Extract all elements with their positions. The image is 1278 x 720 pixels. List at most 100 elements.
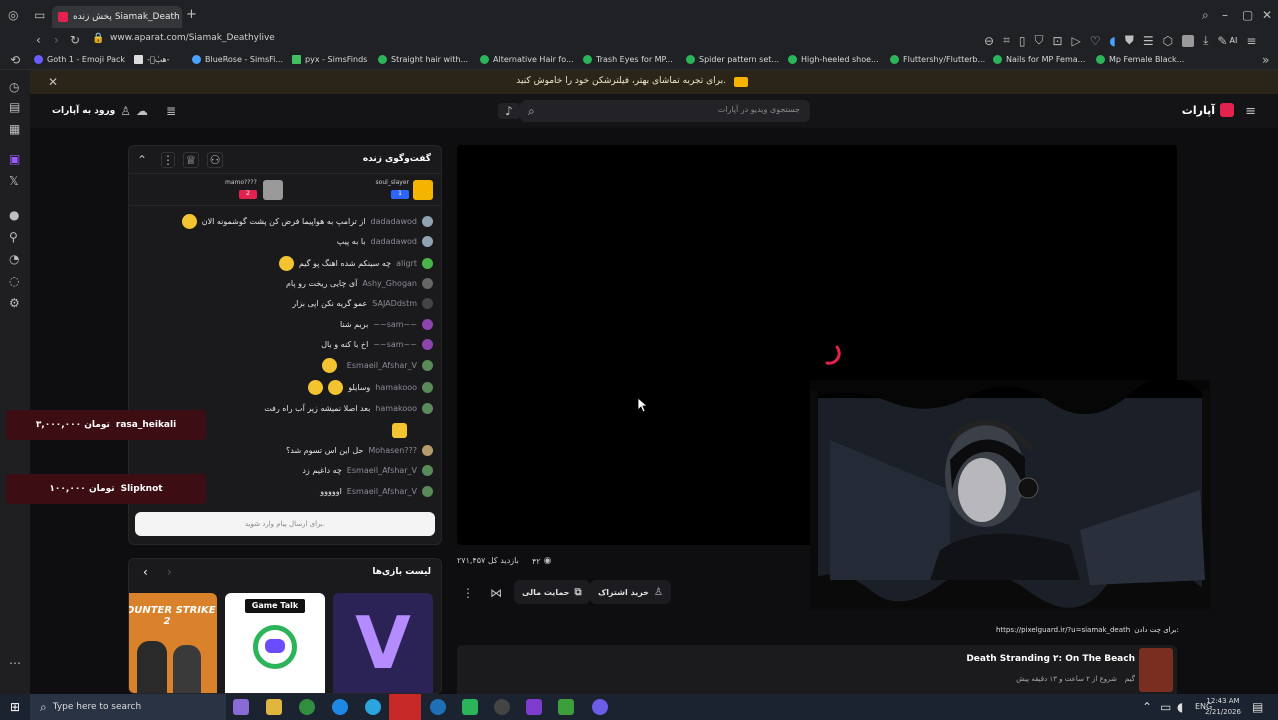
pin-icon[interactable]: ⊡: [1052, 34, 1062, 48]
aparat-logo[interactable]: آپارات: [1182, 103, 1234, 117]
financial-support-button[interactable]: حمایت مالی ⧉: [514, 580, 590, 604]
bookmark-item[interactable]: Mp Female Black...: [1096, 55, 1184, 64]
url-field[interactable]: www.aparat.com/Siamak_Deathylive: [110, 33, 275, 43]
participants-icon[interactable]: ⚇: [207, 152, 223, 168]
bookmark-item[interactable]: Alternative Hair fo...: [480, 55, 574, 64]
related-stream-card[interactable]: Death Stranding ۲: On The Beach شروع از …: [457, 645, 1177, 695]
active-app-icon[interactable]: [389, 694, 421, 720]
chrome-icon[interactable]: [299, 699, 315, 715]
clock[interactable]: 12:43 AM 2/21/2026: [1198, 696, 1248, 718]
tab-overview-icon[interactable]: ▭: [34, 8, 45, 22]
vpn-app-icon[interactable]: [430, 699, 446, 715]
bookmark-item[interactable]: -ه‍ٻٰ۟-: [134, 55, 170, 64]
bookmark-item[interactable]: Trash Eyes for MP...: [583, 55, 673, 64]
bookmarks-overflow-icon[interactable]: »: [1262, 53, 1269, 67]
profile-avatar[interactable]: [1182, 34, 1195, 47]
volume-icon[interactable]: ◖: [1177, 700, 1183, 714]
clock-date: 2/21/2026: [1205, 708, 1241, 716]
ai-button[interactable]: ✎ AI: [1217, 34, 1237, 48]
chat-more-icon[interactable]: ⋮: [161, 152, 175, 168]
close-window-icon[interactable]: ✕: [1262, 8, 1272, 22]
notes-icon[interactable]: ▦: [9, 122, 20, 136]
edge-icon[interactable]: [332, 699, 348, 715]
history-icon[interactable]: ◷: [9, 80, 19, 94]
shield-ext-icon[interactable]: ⛉: [1034, 33, 1043, 48]
zoom-icon[interactable]: ⊖: [984, 34, 994, 48]
windows-start-icon[interactable]: ⊞: [10, 700, 20, 714]
notification-icon[interactable]: ▤: [1252, 700, 1263, 714]
more-sidebar-icon[interactable]: ⋯: [9, 656, 21, 670]
heart-icon[interactable]: ♡: [1090, 34, 1101, 48]
browser-search-icon[interactable]: ⌕: [1202, 8, 1209, 23]
new-tab-icon[interactable]: +: [186, 7, 197, 22]
file-explorer-icon[interactable]: [266, 699, 282, 715]
tray-chevron-icon[interactable]: ⌃: [1142, 700, 1152, 714]
game-card[interactable]: COUNTER STRIKE 2: [129, 593, 217, 693]
buy-subscription-button[interactable]: خرید اشتراک ♙: [590, 580, 671, 604]
chat-input[interactable]: برای ارسال پیام وارد شوید.: [135, 512, 435, 536]
microphone-icon[interactable]: ♪: [498, 103, 520, 119]
bookmark-page-icon[interactable]: ▯: [1019, 34, 1026, 48]
back-icon[interactable]: ‹: [36, 33, 41, 47]
search-input[interactable]: جستجوی ویدیو در آپارات: [718, 105, 800, 114]
clock-icon[interactable]: ◔: [9, 252, 19, 266]
trophy-icon[interactable]: ♕: [183, 152, 199, 168]
bookmark-item[interactable]: High-heeled shoe...: [788, 55, 879, 64]
network-icon[interactable]: ▭: [1160, 700, 1171, 714]
chat-sidebar-icon[interactable]: ▤: [9, 100, 20, 114]
login-button[interactable]: ورود به آپارات ♙: [52, 104, 131, 118]
vpn-icon[interactable]: ◖: [1110, 34, 1116, 48]
chat-message: [392, 423, 433, 438]
minimize-icon[interactable]: –: [1222, 8, 1228, 22]
pin-sidebar-icon[interactable]: ⚲: [9, 230, 18, 244]
game-card[interactable]: Game Talk: [225, 593, 325, 693]
apps-menu-icon[interactable]: ≣: [166, 104, 176, 118]
green-app-icon[interactable]: [462, 699, 478, 715]
discord-icon[interactable]: [592, 699, 608, 715]
maximize-icon[interactable]: ▢: [1242, 8, 1253, 22]
bookmark-item[interactable]: Straight hair with...: [378, 55, 468, 64]
forward-icon[interactable]: ›: [54, 33, 59, 47]
bookmark-item[interactable]: Goth 1 - Emoji Pack: [34, 55, 125, 64]
share-icon[interactable]: ⋈: [486, 584, 506, 602]
browser-logo-icon[interactable]: ◎: [8, 8, 18, 22]
aparat-favicon-icon: [58, 12, 68, 22]
settings-icon[interactable]: ⚙: [9, 296, 20, 310]
telegram-icon[interactable]: [365, 699, 381, 715]
extension-shield-icon[interactable]: ⛊: [1125, 33, 1134, 48]
more-options-icon[interactable]: ⋮: [460, 584, 476, 602]
browser-tab-active[interactable]: پخش زنده Siamak_Death: [52, 6, 182, 28]
twitch-icon[interactable]: ▣: [9, 152, 20, 166]
prev-arrow-icon[interactable]: ‹: [143, 565, 148, 579]
bookmark-item[interactable]: BlueRose - SimsFi...: [192, 55, 283, 64]
reading-list-icon[interactable]: ☰: [1143, 34, 1154, 48]
messenger-icon[interactable]: ◌: [9, 274, 19, 288]
chat-link[interactable]: https://pixelguard.ir/?u=siamak_death: [996, 626, 1130, 634]
sidebar-toggle-icon[interactable]: ⟲: [10, 53, 20, 67]
taskbar-app-icon[interactable]: [233, 699, 249, 715]
game-card[interactable]: V: [333, 593, 433, 693]
upload-icon[interactable]: ☁: [136, 104, 148, 118]
taskbar-search[interactable]: ⌕ Type here to search: [30, 694, 226, 720]
menu-icon[interactable]: ≡: [1246, 34, 1256, 48]
circle-app-icon[interactable]: ●: [9, 208, 19, 222]
collapse-chat-icon[interactable]: ⌃: [137, 153, 147, 167]
x-icon[interactable]: 𝕏: [9, 174, 19, 188]
minecraft-icon[interactable]: [558, 699, 574, 715]
steam-icon[interactable]: [494, 699, 510, 715]
donation-user: rasa_heikali: [115, 420, 177, 430]
reload-icon[interactable]: ↻: [70, 33, 80, 47]
extensions-icon[interactable]: ⬡: [1163, 34, 1173, 48]
r-app-icon[interactable]: [526, 699, 542, 715]
download-icon[interactable]: ⤓: [1203, 33, 1208, 48]
hamburger-menu-icon[interactable]: ≡: [1245, 104, 1256, 119]
screenshot-icon[interactable]: ⌗: [1003, 33, 1010, 48]
search-icon[interactable]: ⌕: [528, 104, 535, 119]
notice-close-icon[interactable]: ✕: [48, 75, 58, 89]
bookmark-item[interactable]: Nails for MP Fema...: [993, 55, 1085, 64]
send-icon[interactable]: ▷: [1072, 34, 1081, 48]
bookmark-item[interactable]: Spider pattern set...: [686, 55, 779, 64]
bookmark-item[interactable]: pyx - SimsFinds: [292, 55, 367, 64]
next-arrow-icon[interactable]: ›: [167, 565, 172, 579]
bookmark-item[interactable]: Fluttershy/Flutterb...: [890, 55, 985, 64]
